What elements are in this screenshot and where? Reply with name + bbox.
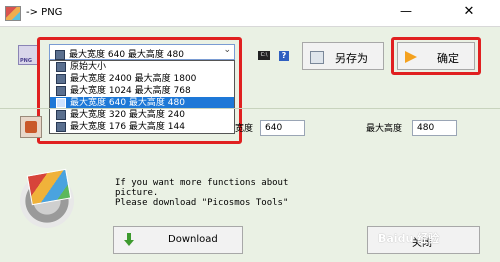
- rotate-button[interactable]: [20, 116, 42, 138]
- format-label: PNG: [20, 58, 32, 64]
- title-bar: -> PNG — ✕: [0, 0, 500, 27]
- download-icon: [124, 233, 134, 247]
- download-button[interactable]: Download: [113, 226, 243, 254]
- dropdown-highlight: [37, 37, 242, 144]
- command-prompt-icon[interactable]: C:\: [258, 51, 270, 60]
- divider: [0, 108, 500, 109]
- rotate-icon: [25, 121, 37, 133]
- save-icon: [310, 51, 324, 64]
- picosmos-logo: [17, 168, 77, 228]
- download-label: Download: [168, 234, 218, 245]
- width-label: 宽度: [235, 124, 254, 134]
- watermark: Baidu 经验: [378, 232, 440, 245]
- minimize-button[interactable]: —: [392, 5, 420, 20]
- help-icon[interactable]: ?: [279, 51, 289, 61]
- ok-highlight: [391, 37, 481, 75]
- height-input[interactable]: 480: [412, 120, 457, 136]
- window-title: -> PNG: [26, 7, 63, 18]
- photos-icon: [26, 168, 72, 206]
- save-as-label: 另存为: [335, 52, 368, 65]
- save-as-button[interactable]: 另存为: [302, 42, 384, 70]
- app-icon: [5, 6, 21, 21]
- height-label: 最大高度: [366, 124, 403, 134]
- image-file-icon: PNG: [18, 45, 38, 65]
- close-window-button[interactable]: ✕: [455, 4, 483, 20]
- width-input[interactable]: 640: [260, 120, 305, 136]
- promo-text: If you want more functions about picture…: [115, 178, 289, 208]
